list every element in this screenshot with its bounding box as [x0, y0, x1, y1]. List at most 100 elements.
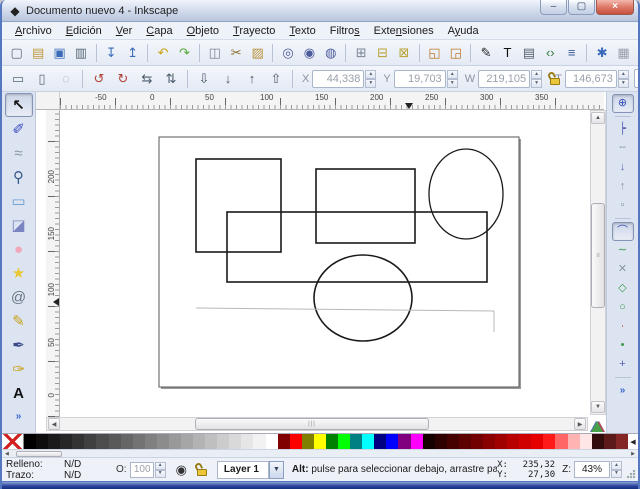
- deselect-button[interactable]: ◌: [55, 68, 77, 90]
- swatch-595959[interactable]: [109, 434, 121, 449]
- swatch-262626[interactable]: [60, 434, 72, 449]
- swatch-d9d9d9[interactable]: [229, 434, 241, 449]
- y-value[interactable]: 19,703: [394, 70, 446, 88]
- paste-button[interactable]: ▨: [248, 42, 267, 64]
- height-spinfield[interactable]: T 146,673 ▲▼: [552, 70, 629, 88]
- page[interactable]: [159, 137, 519, 387]
- menu-archivo[interactable]: Archivo: [8, 23, 59, 39]
- snap-bbox-edges-button[interactable]: ╌: [612, 139, 634, 158]
- calligraphy-tool[interactable]: ✑: [5, 357, 33, 381]
- lower-to-bottom-button[interactable]: ⇩: [193, 68, 215, 90]
- save-document-button[interactable]: ▣: [50, 42, 69, 64]
- menu-trayecto[interactable]: Trayecto: [226, 23, 282, 39]
- swatch-ffffff[interactable]: [266, 434, 278, 449]
- xml-editor-button[interactable]: ‹›: [541, 42, 560, 64]
- color-management-toggle[interactable]: [588, 417, 606, 432]
- y-spinner[interactable]: ▲▼: [447, 70, 458, 88]
- zoom-value[interactable]: 43%: [574, 461, 610, 478]
- swatch-1a1a1a[interactable]: [48, 434, 60, 449]
- layer-dropdown-icon[interactable]: ▼: [269, 461, 284, 479]
- swatch-2e0000[interactable]: [435, 434, 447, 449]
- snap-bbox-corners-button[interactable]: ↓: [612, 158, 634, 177]
- menu-ayuda[interactable]: Ayuda: [441, 23, 486, 39]
- fill-value[interactable]: N/D: [64, 459, 104, 470]
- snap-cusp-nodes-button[interactable]: ◇: [612, 279, 634, 298]
- width-value[interactable]: 219,105: [478, 70, 530, 88]
- swatch-a6a6a6[interactable]: [181, 434, 193, 449]
- swatch-00ffff[interactable]: [362, 434, 374, 449]
- scroll-up-icon[interactable]: ▲: [591, 112, 605, 124]
- height-value[interactable]: 146,673: [565, 70, 617, 88]
- zoom-tool[interactable]: ⚲: [5, 165, 33, 189]
- layer-lock-icon[interactable]: [194, 462, 210, 478]
- swatch-730000[interactable]: [471, 434, 483, 449]
- palette-scrollbar[interactable]: ◀ ▶: [2, 449, 638, 457]
- swatch-404040[interactable]: [84, 434, 96, 449]
- swatch-333333[interactable]: [72, 434, 84, 449]
- horizontal-ruler[interactable]: -50050100150200250300350: [60, 92, 604, 110]
- stroke-value[interactable]: N/D: [64, 470, 104, 481]
- tweak-tool[interactable]: ≈: [5, 141, 33, 165]
- swatch-170000[interactable]: [423, 434, 435, 449]
- title-bar[interactable]: ◆ Documento nuevo 4 - Inkscape –▢×: [2, 0, 638, 22]
- cut-button[interactable]: ✂: [227, 42, 246, 64]
- swatch-450000[interactable]: [447, 434, 459, 449]
- vertical-ruler[interactable]: 200150100500: [46, 110, 60, 417]
- text-tool[interactable]: A: [5, 381, 33, 405]
- export-button[interactable]: ↥: [123, 42, 142, 64]
- rotate-ccw-button[interactable]: ↺: [88, 68, 110, 90]
- swatch-4d4d4d[interactable]: [96, 434, 108, 449]
- spiral-tool[interactable]: @: [5, 285, 33, 309]
- opacity-spinner[interactable]: ▲▼: [155, 462, 166, 478]
- rectangle-tool[interactable]: ▭: [5, 189, 33, 213]
- lower-button[interactable]: ↓: [217, 68, 239, 90]
- snap-rotation-centers-button[interactable]: +: [612, 355, 634, 374]
- restore-button[interactable]: ▢: [568, 0, 595, 15]
- swatch-808000[interactable]: [302, 434, 314, 449]
- ellipse-tool[interactable]: ●: [5, 237, 33, 261]
- swatch-0000ff[interactable]: [386, 434, 398, 449]
- resize-grip[interactable]: [626, 469, 636, 479]
- document-properties-button[interactable]: ▦: [614, 42, 633, 64]
- swatch-737373[interactable]: [133, 434, 145, 449]
- swatch-ffe6e6[interactable]: [580, 434, 592, 449]
- swatch-cf0000[interactable]: [519, 434, 531, 449]
- scroll-right-icon[interactable]: ▶: [574, 418, 586, 430]
- menu-ver[interactable]: Ver: [109, 23, 140, 39]
- vertical-scroll-thumb[interactable]: ≡: [591, 203, 605, 308]
- menu-filtros[interactable]: Filtros: [323, 23, 367, 39]
- snap-path-intersections-button[interactable]: ✕: [612, 260, 634, 279]
- star-tool[interactable]: ★: [5, 261, 33, 285]
- swatch-330d0d[interactable]: [592, 434, 604, 449]
- import-button[interactable]: ↧: [102, 42, 121, 64]
- layers-dialog-button[interactable]: ▤: [519, 42, 538, 64]
- snap-smooth-nodes-button[interactable]: ○: [612, 298, 634, 317]
- box3d-tool[interactable]: ◪: [5, 213, 33, 237]
- menu-capa[interactable]: Capa: [139, 23, 179, 39]
- select-all-layers-button[interactable]: ▯: [31, 68, 53, 90]
- swatch-e6e6e6[interactable]: [241, 434, 253, 449]
- canvas[interactable]: [60, 110, 590, 415]
- palette-arrow-icon[interactable]: ◀: [628, 434, 638, 449]
- snap-bbox-edge-midpoints-button[interactable]: ↑: [612, 177, 634, 196]
- ungroup-button[interactable]: ◲: [446, 42, 465, 64]
- snap-nodes-button[interactable]: ⌒: [612, 222, 634, 241]
- swatch-e60000[interactable]: [531, 434, 543, 449]
- menu-texto[interactable]: Texto: [282, 23, 322, 39]
- x-value[interactable]: 44,338: [312, 70, 364, 88]
- swatch-5c0000[interactable]: [459, 434, 471, 449]
- swatch-none[interactable]: [2, 434, 24, 449]
- swatch-000000[interactable]: [24, 434, 36, 449]
- menu-objeto[interactable]: Objeto: [180, 23, 226, 39]
- copy-button[interactable]: ◫: [205, 42, 224, 64]
- horizontal-scrollbar[interactable]: ◀ ||| ▶: [46, 417, 588, 431]
- x-spinfield[interactable]: X 44,338 ▲▼: [299, 70, 376, 88]
- swatch-5c1a1a[interactable]: [604, 434, 616, 449]
- snap-bbox-centers-button[interactable]: ▫: [612, 196, 634, 215]
- rotate-cw-button[interactable]: ↻: [112, 68, 134, 90]
- unlink-clone-button[interactable]: ⊠: [394, 42, 413, 64]
- swatch-808080[interactable]: [145, 434, 157, 449]
- swatch-ffff00[interactable]: [314, 434, 326, 449]
- zoom-selection-button[interactable]: ◎: [278, 42, 297, 64]
- zoom-page-button[interactable]: ◍: [321, 42, 340, 64]
